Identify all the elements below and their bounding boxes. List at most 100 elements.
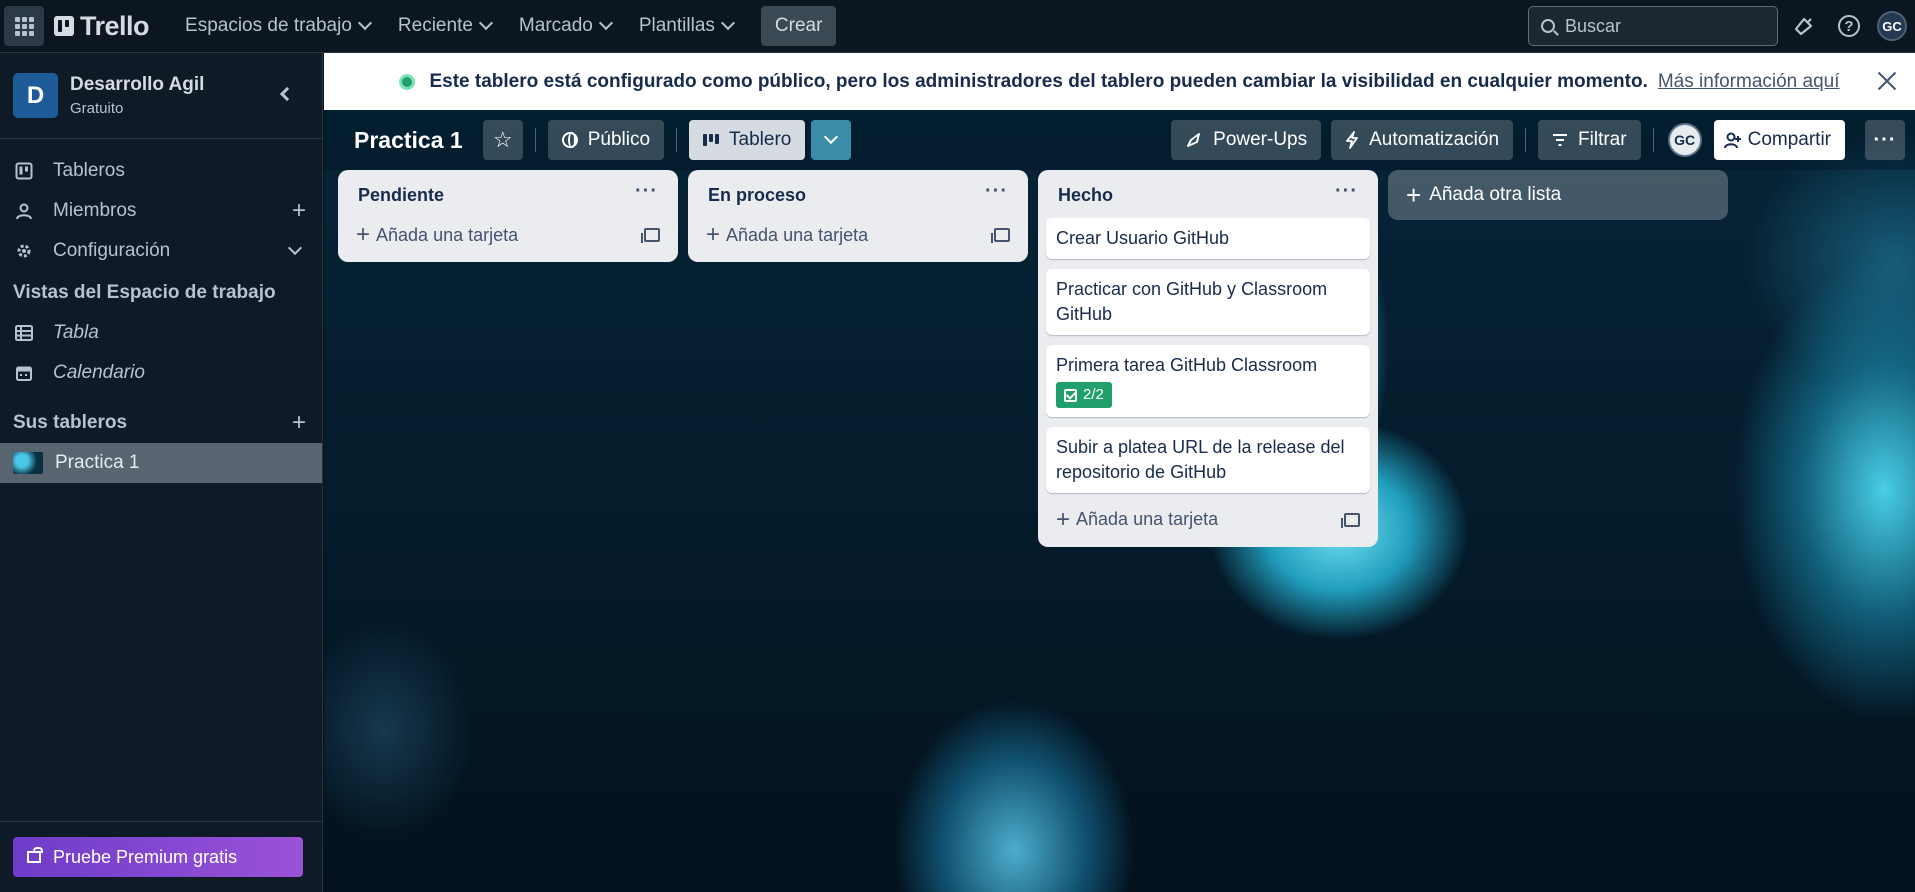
add-card-label: Añada una tarjeta: [1076, 509, 1219, 529]
sidebar-item-calendar[interactable]: Calendario: [0, 353, 322, 393]
premium-trial-button[interactable]: Pruebe Premium gratis: [13, 837, 303, 877]
list-title[interactable]: Pendiente: [358, 185, 444, 206]
account-button[interactable]: GC: [1877, 11, 1907, 41]
nav-starred[interactable]: Marcado: [505, 6, 625, 46]
sidebar-item-settings[interactable]: Configuración: [0, 231, 322, 271]
filter-icon: [1553, 134, 1568, 146]
nav-templates-label: Plantillas: [638, 15, 715, 36]
chevron-down-icon: [824, 129, 839, 145]
your-boards-heading: Sus tableros +: [0, 403, 322, 443]
divider: [0, 821, 323, 822]
list-header: Hecho ···: [1046, 180, 1370, 210]
search-icon: [1541, 19, 1555, 33]
board-title[interactable]: Practica 1: [354, 127, 463, 154]
add-card-label: Añada una tarjeta: [376, 224, 519, 245]
filter-button[interactable]: Filtrar: [1538, 120, 1641, 160]
premium-trial-label: Pruebe Premium gratis: [53, 846, 238, 867]
chevron-down-icon: [598, 15, 613, 31]
add-list-label: Añada otra lista: [1429, 184, 1562, 205]
notifications-button[interactable]: [1789, 11, 1819, 41]
divider: [1525, 128, 1527, 152]
checklist-count: 2/2: [1083, 386, 1104, 403]
share-button[interactable]: Compartir: [1713, 120, 1845, 160]
sidebar-item-board-practica-1[interactable]: Practica 1: [0, 443, 322, 483]
visibility-button[interactable]: Público: [547, 120, 665, 160]
grid-icon: [14, 16, 34, 36]
list-menu-icon[interactable]: ···: [635, 180, 658, 203]
your-boards-heading-label: Sus tableros: [13, 412, 128, 433]
nav-templates[interactable]: Plantillas: [625, 6, 747, 46]
card-template-icon[interactable]: [991, 228, 1010, 243]
visibility-label: Público: [587, 129, 651, 150]
lightning-icon: [1346, 131, 1359, 149]
sidebar-item-label: Practica 1: [55, 452, 140, 473]
sidebar-item-members[interactable]: Miembros +: [0, 191, 322, 231]
nav-workspaces[interactable]: Espacios de trabajo: [171, 6, 384, 46]
card[interactable]: Crear Usuario GitHub: [1046, 218, 1370, 259]
megaphone-icon: [1794, 17, 1813, 36]
search-input[interactable]: [1565, 15, 1745, 37]
workspace-badge: D: [13, 73, 58, 118]
trello-logo-text: Trello: [80, 10, 150, 41]
trello-logo[interactable]: Trello: [54, 10, 150, 42]
card-title: Practicar con GitHub y Classroom GitHub: [1056, 279, 1328, 324]
globe-icon: [561, 132, 578, 148]
banner-more-info-link[interactable]: Más información aquí: [1658, 71, 1840, 93]
chevron-down-icon[interactable]: [287, 240, 303, 256]
card[interactable]: Subir a platea URL de la release del rep…: [1046, 426, 1370, 493]
automation-button[interactable]: Automatización: [1331, 120, 1514, 160]
card[interactable]: Primera tarea GitHub Classroom 2/2: [1046, 345, 1370, 417]
workspace-name[interactable]: Desarrollo Agil: [70, 74, 204, 96]
banner-message: Este tablero está configurado como públi…: [429, 70, 1648, 92]
board-menu-button[interactable]: ···: [1865, 120, 1905, 160]
star-icon: ☆: [492, 127, 513, 152]
board-thumbnail: [13, 452, 43, 474]
view-switcher-button[interactable]: [811, 120, 852, 160]
sidebar-item-label: Miembros: [53, 200, 137, 221]
card[interactable]: Practicar con GitHub y Classroom GitHub: [1046, 269, 1370, 335]
add-board-button[interactable]: +: [292, 409, 306, 437]
add-list-button[interactable]: + Añada otra lista: [1388, 170, 1728, 220]
sidebar-item-table[interactable]: Tabla: [0, 313, 322, 353]
list-title[interactable]: En proceso: [708, 185, 806, 206]
workspace-header: D Desarrollo Agil Gratuito: [0, 53, 322, 139]
table-icon: [13, 325, 35, 341]
plus-icon: +: [1056, 505, 1071, 533]
board-header-actions: Power-Ups Automatización Filtrar GC Comp…: [1171, 120, 1915, 160]
app-switcher-button[interactable]: [4, 6, 44, 46]
add-member-button[interactable]: +: [292, 197, 306, 225]
person-icon: [13, 202, 35, 220]
help-button[interactable]: ?: [1834, 11, 1864, 41]
plus-icon: +: [706, 221, 721, 248]
list-menu-icon[interactable]: ···: [985, 180, 1008, 203]
close-icon[interactable]: [1873, 67, 1901, 95]
card-title: Primera tarea GitHub Classroom: [1056, 355, 1318, 375]
list-header: En proceso ···: [696, 180, 1020, 210]
chevron-down-icon: [357, 15, 372, 31]
collapse-sidebar-icon[interactable]: [279, 86, 295, 102]
add-card-button[interactable]: + Añada una tarjeta: [696, 218, 1020, 252]
add-person-icon: [1723, 132, 1741, 149]
powerups-button[interactable]: Power-Ups: [1171, 120, 1322, 160]
list-title[interactable]: Hecho: [1058, 185, 1113, 206]
card-template-icon[interactable]: [641, 228, 660, 243]
add-card-button[interactable]: + Añada una tarjeta: [1046, 503, 1370, 537]
sidebar-item-boards[interactable]: Tableros: [0, 151, 322, 191]
star-board-button[interactable]: ☆: [482, 120, 523, 160]
card-template-icon[interactable]: [1341, 512, 1360, 528]
trello-logo-icon: [54, 16, 74, 36]
board-member-avatar[interactable]: GC: [1667, 123, 1702, 157]
nav-recent[interactable]: Reciente: [384, 6, 505, 46]
divider: [676, 128, 678, 152]
workspace-views-heading: Vistas del Espacio de trabajo: [0, 273, 322, 313]
workspace-plan: Gratuito: [70, 100, 124, 117]
list-menu-icon[interactable]: ···: [1335, 180, 1358, 203]
board-canvas: Practica 1 ☆ Público Tablero Power-Ups A…: [324, 110, 1915, 892]
search-box[interactable]: [1528, 6, 1778, 46]
create-button[interactable]: Crear: [760, 6, 837, 46]
board-view-button[interactable]: Tablero: [689, 120, 806, 160]
workspace-views-heading-label: Vistas del Espacio de trabajo: [13, 282, 276, 303]
add-card-button[interactable]: + Añada una tarjeta: [346, 218, 670, 252]
list-pendiente: Pendiente ··· + Añada una tarjeta: [338, 170, 678, 262]
board-view-label: Tablero: [729, 129, 792, 150]
